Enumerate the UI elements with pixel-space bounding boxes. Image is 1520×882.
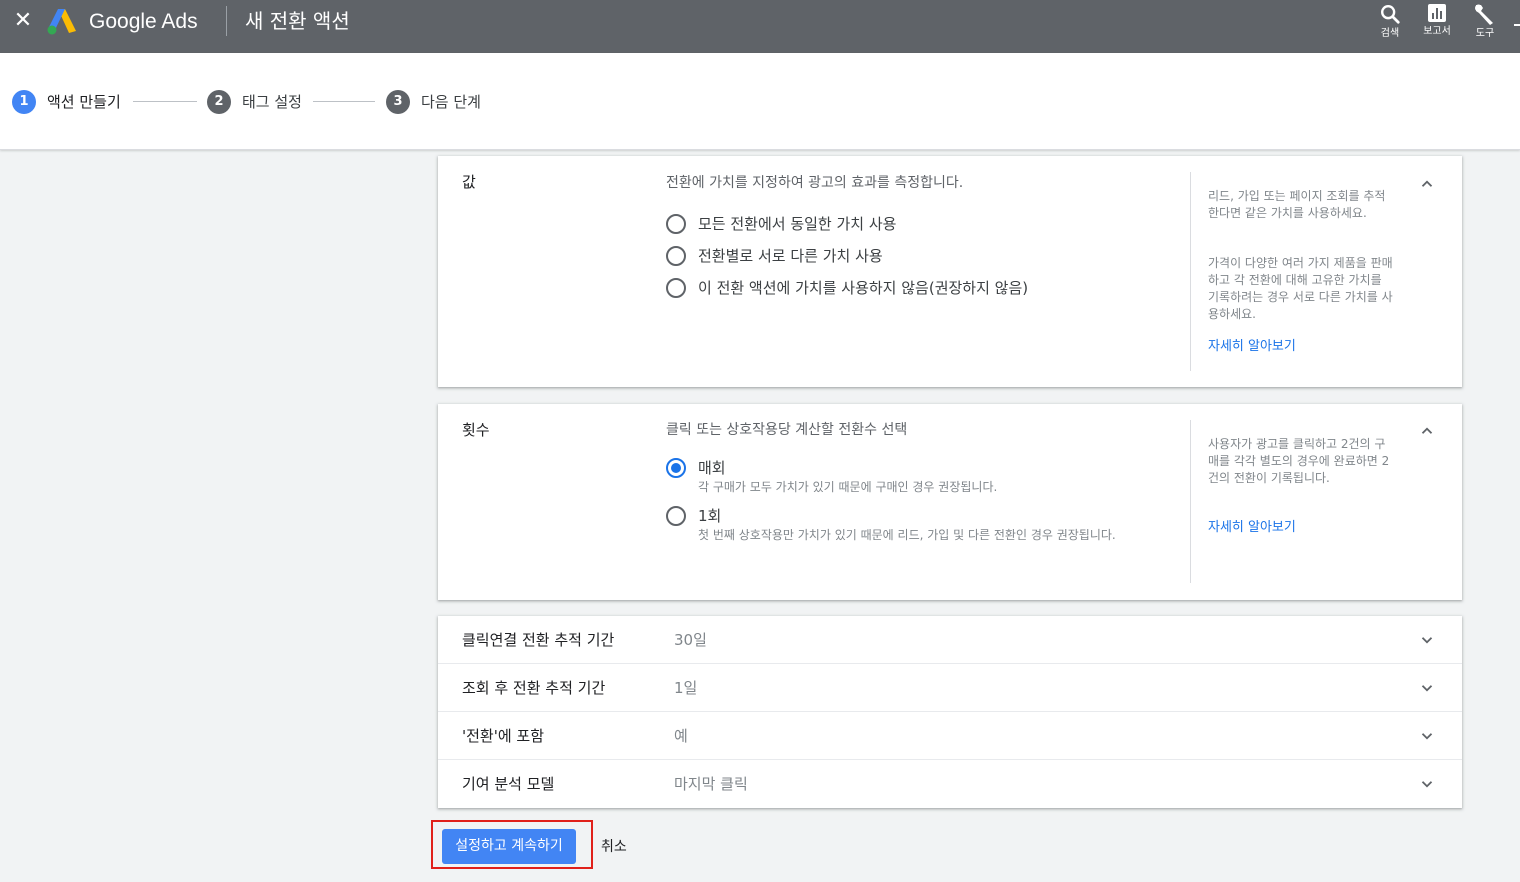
radio-button[interactable]	[666, 506, 686, 526]
settings-list: 클릭연결 전환 추적 기간 30일 조회 후 전환 추적 기간 1일 '전환'에…	[438, 616, 1462, 808]
count-learn-more-link[interactable]: 자세히 알아보기	[1208, 519, 1296, 537]
settings-row-click-window[interactable]: 클릭연결 전환 추적 기간 30일	[438, 616, 1462, 664]
chevron-down-icon[interactable]	[1418, 631, 1436, 649]
value-option-label: 이 전환 액션에 가치를 사용하지 않음(권장하지 않음)	[698, 279, 1029, 297]
save-and-continue-button[interactable]: 설정하고 계속하기	[442, 829, 576, 864]
brand-name: Google Ads	[89, 10, 198, 33]
radio-button[interactable]	[666, 246, 686, 266]
chevron-down-icon[interactable]	[1418, 679, 1436, 697]
progress-stepper: 1 액션 만들기 2 태그 설정 3 다음 단계	[0, 53, 1520, 150]
step-3-number: 3	[386, 90, 410, 114]
reports-tool-button[interactable]: 보고서	[1417, 0, 1457, 50]
step-1-label: 액션 만들기	[47, 93, 121, 111]
value-option-label: 모든 전환에서 동일한 가치 사용	[698, 215, 897, 233]
value-section-description: 전환에 가치를 지정하여 광고의 효과를 측정합니다.	[666, 175, 964, 191]
tools-tool-label: 도구	[1475, 28, 1495, 39]
settings-row-label: '전환'에 포함	[462, 727, 545, 745]
radio-button[interactable]	[666, 278, 686, 298]
settings-row-view-window[interactable]: 조회 후 전환 추적 기간 1일	[438, 664, 1462, 712]
settings-row-value: 1일	[674, 679, 698, 697]
chevron-down-icon[interactable]	[1418, 727, 1436, 745]
value-option-label: 전환별로 서로 다른 가치 사용	[698, 247, 883, 265]
settings-row-value: 마지막 클릭	[674, 775, 748, 793]
search-icon	[1381, 5, 1400, 24]
settings-row-label: 조회 후 전환 추적 기간	[462, 679, 606, 697]
value-learn-more-link[interactable]: 자세히 알아보기	[1208, 338, 1296, 356]
count-option-sub: 첫 번째 상호작용만 가치가 있기 때문에 리드, 가입 및 다른 전환인 경우…	[698, 528, 1116, 542]
close-icon[interactable]: ✕	[12, 9, 34, 33]
value-help-text-2: 가격이 다양한 여러 가지 제품을 판매하고 각 전환에 대해 고유한 가치를 …	[1208, 256, 1393, 321]
wrench-icon	[1475, 4, 1493, 25]
value-section: 값 전환에 가치를 지정하여 광고의 효과를 측정합니다. 모든 전환에서 동일…	[438, 156, 1462, 387]
step-2-number: 2	[207, 90, 231, 114]
settings-row-attribution[interactable]: 기여 분석 모델 마지막 클릭	[438, 760, 1462, 808]
page-title: 새 전환 액션	[245, 9, 350, 33]
reports-tool-label: 보고서	[1423, 26, 1451, 37]
bar-chart-icon	[1428, 4, 1446, 22]
google-ads-logo	[47, 9, 76, 35]
settings-row-include[interactable]: '전환'에 포함 예	[438, 712, 1462, 760]
radio-button-selected[interactable]	[666, 458, 686, 478]
chevron-up-icon[interactable]	[1418, 175, 1436, 193]
step-connector	[313, 101, 375, 102]
more-indicator	[1514, 24, 1520, 26]
chevron-down-icon[interactable]	[1418, 775, 1436, 793]
value-help-text-1: 리드, 가입 또는 페이지 조회를 추적한다면 같은 가치를 사용하세요.	[1208, 189, 1386, 220]
count-section-description: 클릭 또는 상호작용당 계산할 전환수 선택	[666, 422, 908, 438]
value-section-title: 값	[462, 173, 476, 191]
step-2-label: 태그 설정	[242, 93, 302, 111]
search-tool-label: 검색	[1380, 28, 1400, 39]
step-connector	[133, 101, 197, 102]
radio-button[interactable]	[666, 214, 686, 234]
settings-row-label: 기여 분석 모델	[462, 775, 555, 793]
step-1-number: 1	[12, 90, 36, 114]
settings-row-value: 30일	[674, 631, 707, 649]
count-option-label: 매회	[698, 459, 726, 477]
help-divider	[1190, 420, 1191, 583]
step-3-label: 다음 단계	[421, 93, 481, 111]
top-app-bar: ✕ Google Ads 새 전환 액션 검색 보고서 도구	[0, 0, 1520, 53]
count-section: 횟수 클릭 또는 상호작용당 계산할 전환수 선택 매회 각 구매가 모두 가치…	[438, 404, 1462, 600]
count-option-sub: 각 구매가 모두 가치가 있기 때문에 구매인 경우 권장됩니다.	[698, 480, 998, 494]
tools-tool-button[interactable]: 도구	[1465, 0, 1505, 50]
help-divider	[1190, 172, 1191, 371]
chevron-up-icon[interactable]	[1418, 422, 1436, 440]
count-section-title: 횟수	[462, 421, 490, 439]
cancel-button[interactable]: 취소	[601, 837, 627, 857]
settings-row-value: 예	[674, 727, 688, 745]
settings-row-label: 클릭연결 전환 추적 기간	[462, 631, 615, 649]
header-divider	[226, 6, 227, 36]
search-tool-button[interactable]: 검색	[1370, 0, 1410, 50]
count-option-label: 1회	[698, 507, 722, 525]
count-help-text: 사용자가 광고를 클릭하고 2건의 구매를 각각 별도의 경우에 완료하면 2건…	[1208, 437, 1390, 485]
